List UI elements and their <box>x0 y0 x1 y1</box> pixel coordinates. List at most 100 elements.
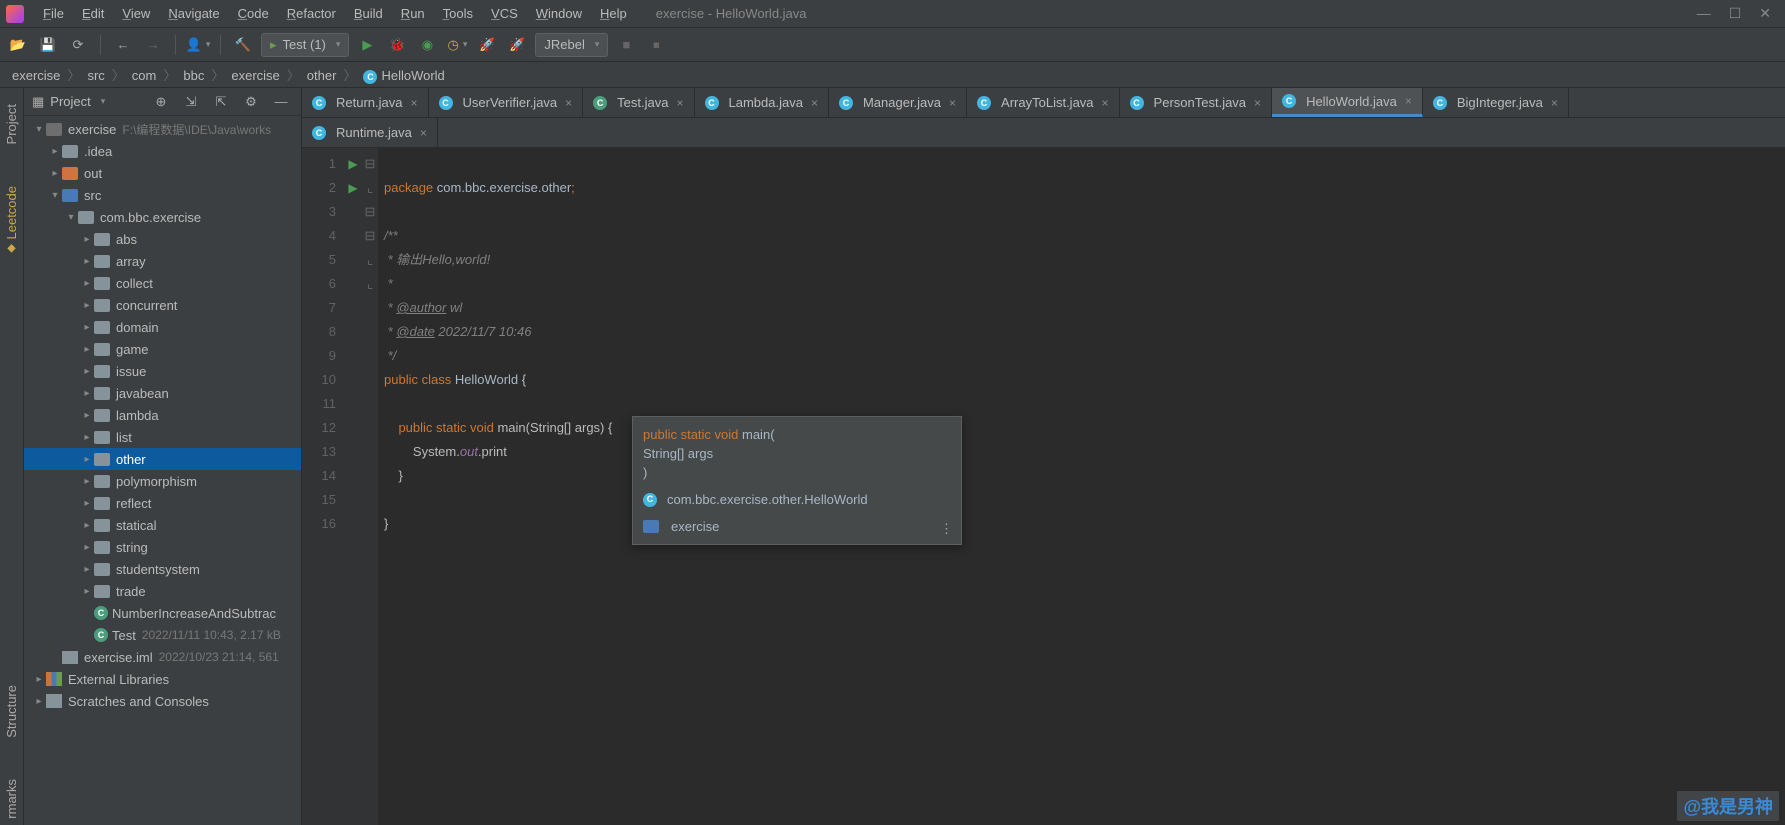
exit-icon[interactable]: ⏹ <box>644 33 668 57</box>
menu-refactor[interactable]: Refactor <box>278 6 345 21</box>
tab-Runtime-java[interactable]: CRuntime.java× <box>302 118 438 147</box>
tree-dir-other[interactable]: ▸other <box>24 448 301 470</box>
menu-vcs[interactable]: VCS <box>482 6 527 21</box>
tree-dir-game[interactable]: ▸game <box>24 338 301 360</box>
tree-dir-javabean[interactable]: ▸javabean <box>24 382 301 404</box>
tree-dir-array[interactable]: ▸array <box>24 250 301 272</box>
tab-close-icon[interactable]: × <box>676 96 683 110</box>
tree-dir-lambda[interactable]: ▸lambda <box>24 404 301 426</box>
crumb-exercise[interactable]: exercise <box>229 68 281 83</box>
hide-icon[interactable]: — <box>269 90 293 114</box>
rail-project[interactable]: Project <box>4 98 19 150</box>
tab-close-icon[interactable]: × <box>949 96 956 110</box>
run-icon[interactable]: ▶ <box>355 33 379 57</box>
back-icon[interactable]: ← <box>111 33 135 57</box>
rail-structure[interactable]: Structure <box>4 679 19 744</box>
crumb-src[interactable]: src <box>85 68 106 83</box>
tree-root[interactable]: ▾exerciseF:\编程数据\IDE\Java\works <box>24 118 301 140</box>
tree-class-Test[interactable]: CTest2022/11/11 10:43, 2.17 kB <box>24 624 301 646</box>
tab-Manager-java[interactable]: CManager.java× <box>829 88 967 117</box>
select-opened-icon[interactable]: ⊕ <box>149 90 173 114</box>
hammer-icon[interactable]: 🔨 <box>231 33 255 57</box>
coverage-icon[interactable]: ◉ <box>415 33 439 57</box>
collapse-all-icon[interactable]: ⇱ <box>209 90 233 114</box>
expand-all-icon[interactable]: ⇲ <box>179 90 203 114</box>
tree-dir-collect[interactable]: ▸collect <box>24 272 301 294</box>
tree-pkg[interactable]: ▾com.bbc.exercise <box>24 206 301 228</box>
project-tree[interactable]: ▾exerciseF:\编程数据\IDE\Java\works▸.idea▸ou… <box>24 116 301 825</box>
tab-close-icon[interactable]: × <box>1405 94 1412 108</box>
tree-idea[interactable]: ▸.idea <box>24 140 301 162</box>
menu-build[interactable]: Build <box>345 6 392 21</box>
menu-edit[interactable]: Edit <box>73 6 113 21</box>
tab-close-icon[interactable]: × <box>811 96 818 110</box>
tree-iml[interactable]: exercise.iml2022/10/23 21:14, 561 <box>24 646 301 668</box>
crumb-bbc[interactable]: bbc <box>181 68 206 83</box>
tree-dir-polymorphism[interactable]: ▸polymorphism <box>24 470 301 492</box>
tree-dir-statical[interactable]: ▸statical <box>24 514 301 536</box>
tree-dir-abs[interactable]: ▸abs <box>24 228 301 250</box>
close-icon[interactable]: ✕ <box>1759 5 1771 22</box>
tree-dir-trade[interactable]: ▸trade <box>24 580 301 602</box>
profile-icon[interactable]: ◷▾ <box>445 33 469 57</box>
menu-navigate[interactable]: Navigate <box>159 6 228 21</box>
debug-icon[interactable]: 🐞 <box>385 33 409 57</box>
sync-icon[interactable]: ⟳ <box>66 33 90 57</box>
sidebar-title[interactable]: Project <box>50 94 90 109</box>
tree-dir-string[interactable]: ▸string <box>24 536 301 558</box>
tab-close-icon[interactable]: × <box>565 96 572 110</box>
tree-extlibs[interactable]: ▸External Libraries <box>24 668 301 690</box>
jrebel-run-icon[interactable]: 🚀 <box>475 33 499 57</box>
menu-help[interactable]: Help <box>591 6 636 21</box>
run-config-dropdown[interactable]: ▸Test (1)▾ <box>261 33 349 57</box>
rail-leetcode[interactable]: ◆ Leetcode <box>4 180 19 262</box>
jrebel-dropdown[interactable]: JRebel▾ <box>535 33 608 57</box>
stop-icon[interactable]: ■ <box>614 33 638 57</box>
settings-icon[interactable]: ⚙ <box>239 90 263 114</box>
open-icon[interactable]: 📂 <box>6 33 30 57</box>
tooltip-class-path[interactable]: com.bbc.exercise.other.HelloWorld <box>667 490 868 509</box>
tab-PersonTest-java[interactable]: CPersonTest.java× <box>1120 88 1273 117</box>
tooltip-module[interactable]: exercise <box>671 517 719 536</box>
crumb-HelloWorld[interactable]: CHelloWorld <box>361 68 446 83</box>
menu-code[interactable]: Code <box>229 6 278 21</box>
tab-ArrayToList-java[interactable]: CArrayToList.java× <box>967 88 1120 117</box>
tab-HelloWorld-java[interactable]: CHelloWorld.java× <box>1272 88 1423 117</box>
crumb-com[interactable]: com <box>130 68 159 83</box>
tree-dir-domain[interactable]: ▸domain <box>24 316 301 338</box>
user-icon[interactable]: 👤▾ <box>186 33 210 57</box>
jrebel-debug-icon[interactable]: 🚀 <box>505 33 529 57</box>
menu-view[interactable]: View <box>113 6 159 21</box>
minimize-icon[interactable]: — <box>1697 5 1711 22</box>
menu-window[interactable]: Window <box>527 6 591 21</box>
tree-class-NumberIncreaseAndSubtrac[interactable]: CNumberIncreaseAndSubtrac <box>24 602 301 624</box>
tree-src[interactable]: ▾src <box>24 184 301 206</box>
tree-scratches[interactable]: ▸Scratches and Consoles <box>24 690 301 712</box>
tab-close-icon[interactable]: × <box>1254 96 1261 110</box>
tab-close-icon[interactable]: × <box>1551 96 1558 110</box>
crumb-exercise[interactable]: exercise <box>10 68 62 83</box>
tab-UserVerifier-java[interactable]: CUserVerifier.java× <box>429 88 584 117</box>
save-all-icon[interactable]: 💾 <box>36 33 60 57</box>
tab-Return-java[interactable]: CReturn.java× <box>302 88 429 117</box>
code-content[interactable]: package com.bbc.exercise.other; /** * 输出… <box>378 148 1785 825</box>
rail-bookmarks[interactable]: rmarks <box>4 773 19 825</box>
tab-Test-java[interactable]: CTest.java× <box>583 88 694 117</box>
tab-close-icon[interactable]: × <box>410 96 417 110</box>
tree-dir-reflect[interactable]: ▸reflect <box>24 492 301 514</box>
tab-BigInteger-java[interactable]: CBigInteger.java× <box>1423 88 1569 117</box>
maximize-icon[interactable]: ☐ <box>1729 5 1742 22</box>
tree-dir-issue[interactable]: ▸issue <box>24 360 301 382</box>
tab-close-icon[interactable]: × <box>420 126 427 140</box>
tree-dir-concurrent[interactable]: ▸concurrent <box>24 294 301 316</box>
tab-Lambda-java[interactable]: CLambda.java× <box>695 88 829 117</box>
code-editor[interactable]: 12345678910111213141516 ▶▶ ⊟⌞⊟⊟⌞⌞ packag… <box>302 148 1785 825</box>
menu-run[interactable]: Run <box>392 6 434 21</box>
more-icon[interactable]: ⋮ <box>940 519 953 538</box>
tab-close-icon[interactable]: × <box>1102 96 1109 110</box>
menu-file[interactable]: File <box>34 6 73 21</box>
tree-out[interactable]: ▸out <box>24 162 301 184</box>
tree-dir-list[interactable]: ▸list <box>24 426 301 448</box>
tree-dir-studentsystem[interactable]: ▸studentsystem <box>24 558 301 580</box>
forward-icon[interactable]: → <box>141 33 165 57</box>
